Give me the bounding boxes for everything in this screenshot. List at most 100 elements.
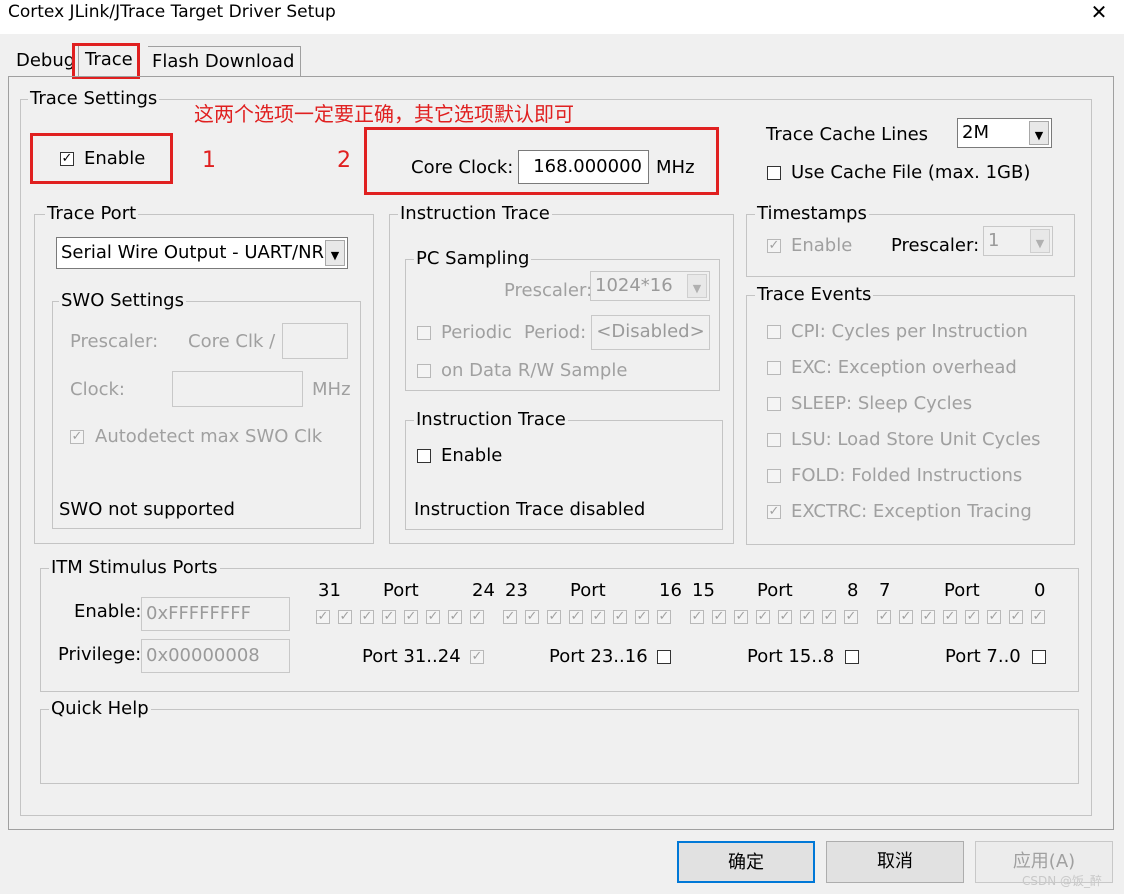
port-group-word: Port — [570, 580, 606, 601]
itm-bit-checkbox[interactable]: ✓ — [1009, 610, 1023, 624]
cache-lines-label: Trace Cache Lines — [766, 124, 929, 145]
instruction-trace-enable-label: Enable — [441, 445, 503, 466]
use-cache-file-checkbox[interactable] — [767, 166, 781, 180]
timestamps-enable-label: Enable — [791, 235, 853, 256]
trace-events-title: Trace Events — [755, 284, 874, 305]
itm-bit-checkbox[interactable]: ✓ — [1031, 610, 1045, 624]
cancel-button[interactable]: 取消 — [826, 841, 964, 883]
chevron-down-icon: ▼ — [687, 274, 707, 298]
itm-bit-checkbox[interactable]: ✓ — [657, 610, 671, 624]
pc-prescaler-label: Prescaler: — [504, 280, 593, 301]
itm-bit-checkbox[interactable]: ✓ — [382, 610, 396, 624]
cache-lines-select[interactable]: 2M ▼ — [957, 118, 1052, 148]
itm-bit-checkbox[interactable]: ✓ — [800, 610, 814, 624]
trace-enable-checkbox[interactable]: ✓ — [60, 152, 74, 166]
autodetect-swo-checkbox[interactable]: ✓ — [70, 430, 84, 444]
annotation-marker-1: 1 — [202, 148, 216, 173]
itm-bit-checkbox[interactable]: ✓ — [877, 610, 891, 624]
itm-bit-checkbox[interactable]: ✓ — [426, 610, 440, 624]
timestamps-prescaler-label: Prescaler: — [891, 235, 980, 256]
itm-enable-label: Enable: — [74, 601, 142, 622]
itm-bit-checkbox[interactable]: ✓ — [987, 610, 1001, 624]
port-group-word: Port — [383, 580, 419, 601]
itm-bit-checkbox[interactable]: ✓ — [822, 610, 836, 624]
period-input[interactable]: <Disabled> — [591, 315, 710, 350]
itm-bit-checkbox[interactable]: ✓ — [613, 610, 627, 624]
itm-privilege-input[interactable]: 0x00000008 — [141, 639, 290, 673]
itm-bit-checkbox[interactable]: ✓ — [316, 610, 330, 624]
trace-event-checkbox[interactable] — [767, 469, 781, 483]
ok-button[interactable]: 确定 — [677, 841, 815, 883]
itm-bit-checkbox[interactable]: ✓ — [360, 610, 374, 624]
tab-debug[interactable]: Debug — [14, 46, 78, 76]
timestamps-prescaler-value: 1 — [988, 230, 1000, 251]
swo-prescaler-input[interactable] — [282, 323, 348, 359]
itm-enable-input[interactable]: 0xFFFFFFFF — [141, 597, 290, 631]
port-group-lo: 8 — [847, 580, 859, 601]
timestamps-enable-checkbox[interactable]: ✓ — [767, 239, 781, 253]
close-icon[interactable]: ✕ — [1086, 0, 1112, 24]
itm-bit-checkbox[interactable]: ✓ — [899, 610, 913, 624]
itm-bit-checkbox[interactable]: ✓ — [569, 610, 583, 624]
quick-help-title: Quick Help — [49, 698, 151, 719]
trace-event-checkbox[interactable] — [767, 433, 781, 447]
core-clock-unit: MHz — [656, 157, 695, 178]
use-cache-file-label: Use Cache File (max. 1GB) — [791, 162, 1031, 183]
itm-bit-checkbox[interactable]: ✓ — [943, 610, 957, 624]
swo-clock-input[interactable] — [172, 371, 303, 407]
priv-group-checkbox[interactable] — [657, 650, 671, 664]
trace-event-checkbox[interactable] — [767, 397, 781, 411]
itm-bit-checkbox[interactable]: ✓ — [591, 610, 605, 624]
chevron-down-icon: ▼ — [325, 240, 345, 266]
priv-group-checkbox[interactable]: ✓ — [470, 650, 484, 664]
quick-help-group — [40, 709, 1079, 784]
itm-bit-checkbox[interactable]: ✓ — [503, 610, 517, 624]
periodic-label: Periodic — [441, 322, 513, 343]
port-group-word: Port — [944, 580, 980, 601]
itm-bit-checkbox[interactable]: ✓ — [547, 610, 561, 624]
tab-flash-download[interactable]: Flash Download — [148, 46, 302, 77]
itm-bit-checkbox[interactable]: ✓ — [470, 610, 484, 624]
trace-event-label: CPI: Cycles per Instruction — [791, 321, 1028, 342]
swo-status-text: SWO not supported — [59, 499, 235, 520]
itm-bit-checkbox[interactable]: ✓ — [844, 610, 858, 624]
pc-prescaler-select[interactable]: 1024*16 ▼ — [590, 271, 710, 301]
trace-event-label: LSU: Load Store Unit Cycles — [791, 429, 1041, 450]
priv-group-checkbox[interactable] — [845, 650, 859, 664]
trace-event-checkbox[interactable] — [767, 325, 781, 339]
port-group-hi: 7 — [879, 580, 891, 601]
trace-event-checkbox[interactable]: ✓ — [767, 505, 781, 519]
instruction-trace-inner-title: Instruction Trace — [414, 409, 568, 430]
port-group-word: Port — [757, 580, 793, 601]
itm-bit-checkbox[interactable]: ✓ — [965, 610, 979, 624]
annotation-note: 这两个选项一定要正确，其它选项默认即可 — [194, 102, 574, 126]
instruction-trace-enable-checkbox[interactable] — [417, 449, 431, 463]
itm-title: ITM Stimulus Ports — [49, 557, 220, 578]
itm-bit-checkbox[interactable]: ✓ — [690, 610, 704, 624]
itm-bit-checkbox[interactable]: ✓ — [448, 610, 462, 624]
trace-tab-highlight — [72, 43, 140, 79]
chevron-down-icon: ▼ — [1029, 121, 1049, 145]
trace-port-select[interactable]: Serial Wire Output - UART/NR ▼ — [56, 237, 348, 269]
priv-group-checkbox[interactable] — [1032, 650, 1046, 664]
port-group-lo: 16 — [659, 580, 682, 601]
itm-bit-checkbox[interactable]: ✓ — [734, 610, 748, 624]
priv-group-label: Port 7..0 — [945, 646, 1021, 667]
itm-bit-checkbox[interactable]: ✓ — [756, 610, 770, 624]
itm-bit-checkbox[interactable]: ✓ — [778, 610, 792, 624]
timestamps-title: Timestamps — [755, 203, 869, 224]
itm-bit-checkbox[interactable]: ✓ — [338, 610, 352, 624]
itm-bit-checkbox[interactable]: ✓ — [404, 610, 418, 624]
periodic-checkbox[interactable] — [417, 326, 431, 340]
timestamps-prescaler-select[interactable]: 1 ▼ — [983, 226, 1053, 256]
priv-group-label: Port 23..16 — [549, 646, 648, 667]
data-rw-checkbox[interactable] — [417, 364, 431, 378]
itm-bit-checkbox[interactable]: ✓ — [712, 610, 726, 624]
trace-event-checkbox[interactable] — [767, 361, 781, 375]
itm-bit-checkbox[interactable]: ✓ — [921, 610, 935, 624]
core-clock-label: Core Clock: — [411, 157, 514, 178]
cache-lines-value: 2M — [962, 122, 989, 143]
itm-bit-checkbox[interactable]: ✓ — [525, 610, 539, 624]
core-clock-input[interactable]: 168.000000 — [518, 150, 649, 184]
itm-bit-checkbox[interactable]: ✓ — [635, 610, 649, 624]
